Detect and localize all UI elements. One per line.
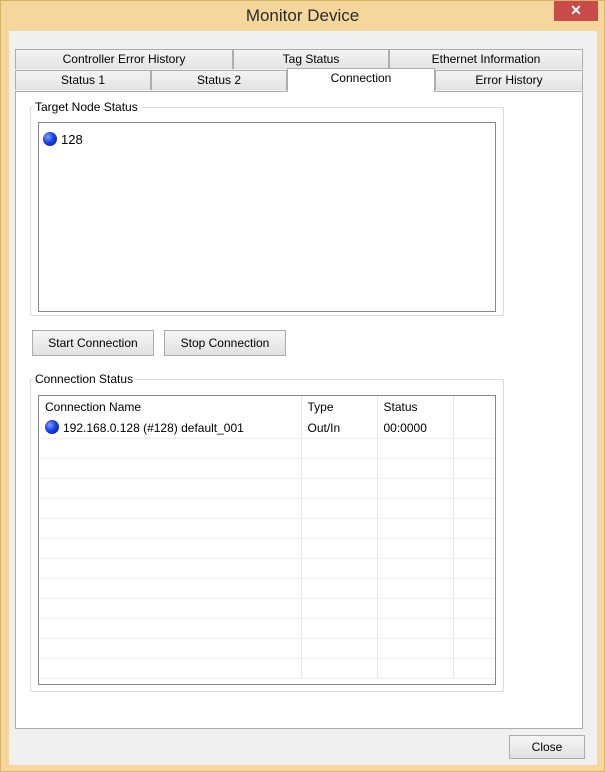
dialog-client-area: Controller Error History Tag Status Ethe…	[9, 31, 597, 765]
close-button[interactable]: Close	[509, 735, 585, 759]
tab-status-2[interactable]: Status 2	[151, 70, 287, 90]
list-item[interactable]: 128	[43, 132, 83, 147]
cell-status: 00:0000	[377, 418, 454, 439]
target-node-list[interactable]: 128	[38, 122, 496, 312]
monitor-device-window: Monitor Device ✕ Controller Error Histor…	[0, 0, 605, 772]
table-row-empty	[39, 498, 495, 519]
target-node-label: 128	[61, 132, 83, 147]
table-row-empty	[39, 658, 495, 679]
table-header-row: Connection Name Type Status	[39, 396, 495, 418]
table-row-empty	[39, 438, 495, 459]
target-node-status-legend: Target Node Status	[35, 100, 138, 114]
connection-status-table[interactable]: Connection Name Type Status 192.168.0.12…	[38, 395, 496, 685]
table-row-empty	[39, 538, 495, 559]
table-row-empty	[39, 518, 495, 539]
tab-connection[interactable]: Connection	[287, 68, 435, 92]
close-window-button[interactable]: ✕	[554, 1, 598, 21]
blue-status-dot-icon	[43, 132, 57, 146]
table-row-empty	[39, 458, 495, 479]
table-row-empty	[39, 598, 495, 619]
start-connection-button[interactable]: Start Connection	[32, 330, 154, 356]
tab-tag-status[interactable]: Tag Status	[233, 49, 389, 69]
title-bar[interactable]: Monitor Device ✕	[1, 1, 604, 31]
column-header-type[interactable]: Type	[301, 396, 378, 418]
table-row-empty	[39, 618, 495, 639]
table-row-empty	[39, 638, 495, 659]
column-header-status[interactable]: Status	[377, 396, 454, 418]
table-row-empty	[39, 478, 495, 499]
stop-connection-button[interactable]: Stop Connection	[164, 330, 286, 356]
table-row-empty	[39, 558, 495, 579]
column-header-empty	[453, 396, 495, 418]
tab-row-top: Controller Error History Tag Status Ethe…	[15, 49, 583, 69]
cell-type: Out/In	[301, 418, 378, 439]
table-row[interactable]: 192.168.0.128 (#128) default_001 Out/In …	[39, 418, 495, 439]
connection-tab-panel: Target Node Status 128 Start Connection …	[15, 91, 583, 729]
blue-status-dot-icon	[45, 420, 59, 435]
tab-controller-error-history[interactable]: Controller Error History	[15, 49, 233, 69]
connection-name-text: 192.168.0.128 (#128) default_001	[63, 421, 244, 436]
connection-status-legend: Connection Status	[35, 372, 134, 386]
connection-grid: Connection Name Type Status 192.168.0.12…	[39, 396, 495, 679]
tab-error-history[interactable]: Error History	[435, 70, 583, 90]
tab-row-bottom: Status 1 Status 2 Connection Error Histo…	[15, 68, 583, 92]
table-row-empty	[39, 578, 495, 599]
window-title: Monitor Device	[245, 6, 360, 25]
cell-connection-name: 192.168.0.128 (#128) default_001	[39, 418, 302, 439]
tab-ethernet-information[interactable]: Ethernet Information	[389, 49, 583, 69]
cell-empty	[453, 418, 495, 439]
tab-status-1[interactable]: Status 1	[15, 70, 151, 90]
column-header-connection-name[interactable]: Connection Name	[39, 396, 302, 418]
